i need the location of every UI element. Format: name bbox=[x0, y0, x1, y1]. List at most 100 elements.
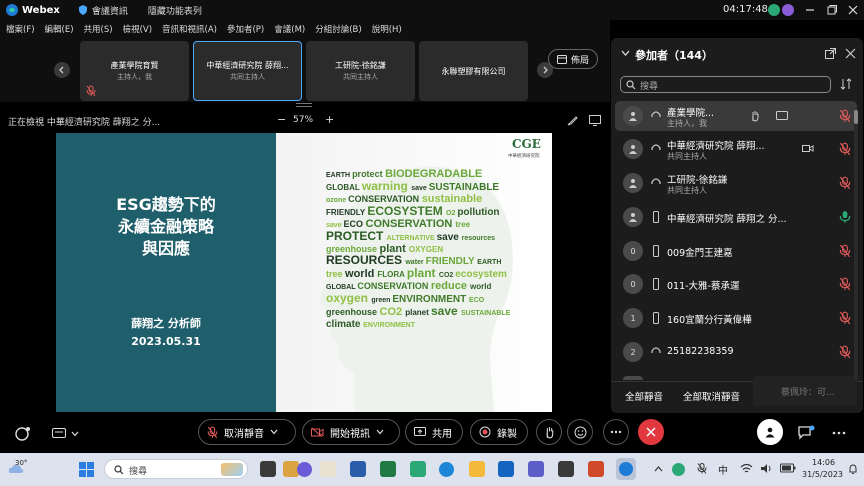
start-video-button[interactable]: 開始視訊 bbox=[302, 419, 400, 445]
participant-row[interactable]: 中華經濟研究院 薛翔之 分... bbox=[615, 202, 857, 232]
chevron-down-icon[interactable] bbox=[621, 50, 630, 57]
menu-meeting[interactable]: 會議(M) bbox=[274, 23, 305, 35]
teams-icon[interactable] bbox=[528, 461, 544, 477]
battery-icon[interactable] bbox=[780, 463, 796, 473]
powerpoint-icon[interactable] bbox=[588, 461, 604, 477]
mic-muted-icon[interactable] bbox=[839, 142, 851, 156]
video-camera-icon[interactable] bbox=[802, 144, 814, 153]
notification-bell-icon[interactable] bbox=[847, 463, 859, 475]
participant-row[interactable]: 中華經濟研究院 薛翔... 共同主持人 bbox=[615, 134, 857, 164]
close-icon[interactable] bbox=[845, 48, 856, 59]
menu-help[interactable]: 說明(H) bbox=[372, 23, 402, 35]
webex-active-app[interactable] bbox=[616, 458, 636, 480]
video-tile[interactable]: 產業學院育賢 主持人，我 bbox=[80, 41, 189, 101]
participant-row[interactable]: 工研院-徐銘謙 共同主持人 bbox=[615, 168, 857, 198]
unmute-all-button[interactable]: 全部取消靜音 bbox=[683, 389, 740, 403]
participant-row[interactable]: 0 011-大雅-蔡承運 bbox=[615, 269, 857, 299]
hide-menu-bar-button[interactable]: 隱藏功能表列 bbox=[148, 4, 202, 17]
pop-out-icon[interactable] bbox=[589, 115, 601, 126]
ime-indicator[interactable]: 中 bbox=[718, 462, 728, 477]
teams-chat-icon[interactable] bbox=[297, 462, 312, 477]
mic-muted-icon[interactable] bbox=[839, 176, 851, 190]
share-button[interactable]: 共用 bbox=[405, 419, 463, 445]
raise-hand-button[interactable] bbox=[536, 419, 562, 445]
excel-icon[interactable] bbox=[380, 461, 396, 477]
maximize-button[interactable] bbox=[825, 3, 839, 17]
word-cloud-word: save bbox=[430, 304, 462, 318]
tray-webex-icon[interactable] bbox=[672, 463, 685, 476]
chat-icon[interactable] bbox=[797, 425, 815, 441]
tray-mic-muted-icon[interactable] bbox=[697, 462, 707, 475]
task-view-icon[interactable] bbox=[260, 461, 276, 477]
more-icon[interactable] bbox=[832, 431, 846, 435]
more-options-button[interactable] bbox=[603, 419, 629, 445]
taskbar-search-input[interactable]: 搜尋 bbox=[104, 459, 248, 479]
folder-icon[interactable] bbox=[469, 461, 485, 477]
windows-start-icon[interactable] bbox=[79, 462, 94, 477]
taskbar-date[interactable]: 31/5/2023 bbox=[802, 470, 843, 479]
webex-taskbar-icon[interactable] bbox=[410, 461, 426, 477]
menu-file[interactable]: 檔案(F) bbox=[6, 23, 35, 35]
participants-button[interactable] bbox=[757, 419, 783, 445]
sort-icon[interactable] bbox=[840, 78, 852, 90]
minimize-button[interactable] bbox=[803, 3, 817, 17]
reactions-button[interactable] bbox=[567, 419, 593, 445]
taskbar-time[interactable]: 14:06 bbox=[812, 458, 835, 467]
status-avatar[interactable] bbox=[781, 3, 795, 17]
mic-muted-icon[interactable] bbox=[839, 345, 851, 359]
speaker-icon[interactable] bbox=[760, 463, 773, 474]
search-input[interactable]: 搜尋 bbox=[620, 76, 831, 93]
caption-icon[interactable] bbox=[776, 111, 788, 120]
hand-icon[interactable] bbox=[750, 110, 760, 122]
mic-muted-icon[interactable] bbox=[839, 277, 851, 291]
word-icon[interactable] bbox=[350, 461, 366, 477]
participant-row[interactable]: 2 25182238359 bbox=[615, 337, 857, 367]
mic-muted-icon[interactable] bbox=[839, 244, 851, 258]
zoom-in-button[interactable]: + bbox=[325, 113, 334, 126]
menu-share[interactable]: 共用(S) bbox=[84, 23, 113, 35]
word-cloud-word: climate bbox=[326, 319, 364, 330]
participant-row[interactable]: 產業學院... 主持人，我 bbox=[615, 101, 857, 131]
edge-icon[interactable] bbox=[439, 462, 454, 477]
participant-row[interactable]: 0 009金門王建嘉 bbox=[615, 236, 857, 266]
reactions-icon[interactable] bbox=[14, 426, 32, 442]
mic-muted-icon[interactable] bbox=[839, 109, 851, 123]
mic-active-icon[interactable] bbox=[839, 210, 851, 224]
menu-view[interactable]: 檢視(V) bbox=[123, 23, 152, 35]
unmute-button[interactable]: 取消靜音 bbox=[198, 419, 296, 445]
annotate-icon[interactable] bbox=[567, 115, 578, 126]
menu-breakout[interactable]: 分組討論(B) bbox=[315, 23, 361, 35]
avatar[interactable] bbox=[767, 3, 781, 17]
panel-scrollbar[interactable] bbox=[854, 110, 858, 380]
captions-icon[interactable] bbox=[52, 428, 66, 440]
strip-resize-handle[interactable] bbox=[296, 103, 312, 107]
menu-edit[interactable]: 編輯(E) bbox=[45, 23, 74, 35]
outlook-icon[interactable] bbox=[498, 461, 514, 477]
video-tile[interactable]: 工研院-徐銘謙 共同主持人 bbox=[306, 41, 415, 101]
participant-row[interactable]: 1 160宜蘭分行黃偉樺 bbox=[615, 303, 857, 333]
video-tile[interactable]: 永聯塑膠有限公司 bbox=[419, 41, 528, 101]
chevron-up-icon[interactable] bbox=[654, 466, 663, 472]
leave-meeting-button[interactable] bbox=[638, 419, 664, 445]
chevron-down-icon[interactable] bbox=[71, 431, 79, 437]
wifi-icon[interactable] bbox=[740, 463, 753, 474]
menu-audio-video[interactable]: 音訊和視訊(A) bbox=[162, 23, 217, 35]
video-tile-selected[interactable]: 中華經濟研究院 薛翔... 共同主持人 bbox=[193, 41, 302, 101]
photos-icon[interactable] bbox=[320, 461, 336, 477]
close-button[interactable] bbox=[846, 3, 860, 17]
mute-all-button[interactable]: 全部靜音 bbox=[625, 389, 663, 403]
mic-muted-icon[interactable] bbox=[839, 311, 851, 325]
scrollbar-thumb[interactable] bbox=[854, 110, 858, 124]
pop-out-icon[interactable] bbox=[825, 48, 836, 59]
sticky-notes-icon[interactable] bbox=[558, 461, 574, 477]
record-button[interactable]: 錄製 bbox=[470, 419, 528, 445]
layout-button[interactable]: 佈局 bbox=[548, 49, 598, 69]
zoom-out-button[interactable]: − bbox=[277, 113, 286, 126]
start-video-label: 開始視訊 bbox=[330, 428, 370, 440]
strip-prev-button[interactable] bbox=[54, 62, 70, 78]
word-cloud-word: save bbox=[326, 222, 344, 229]
menu-participants[interactable]: 參加者(P) bbox=[227, 23, 264, 35]
app-name: Webex bbox=[22, 4, 60, 16]
tile-name: 永聯塑膠有限公司 bbox=[441, 66, 506, 76]
meeting-info-button[interactable]: 會議資訊 bbox=[78, 4, 128, 17]
